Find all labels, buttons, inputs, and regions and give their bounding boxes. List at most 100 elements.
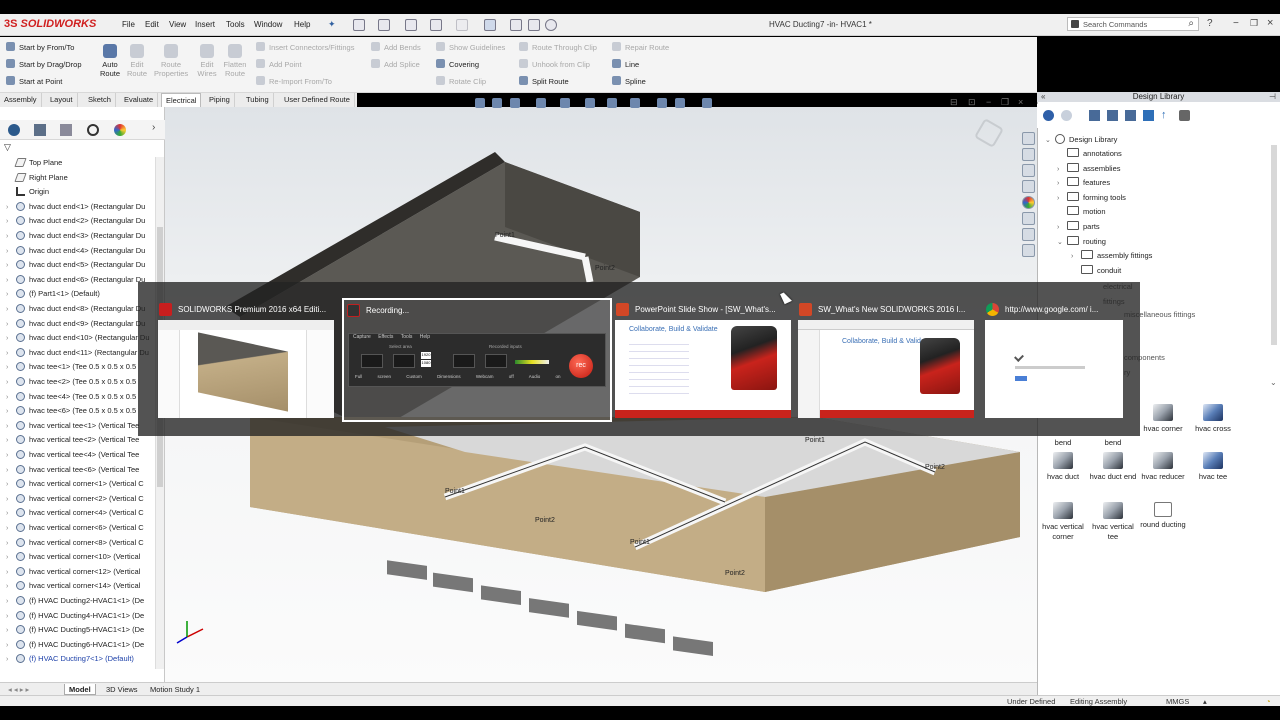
expand-arrow-icon[interactable]: ›: [6, 394, 16, 401]
task-pane-extra-icon[interactable]: [1022, 244, 1035, 257]
view-orientation-icon[interactable]: [585, 98, 595, 108]
appearances-icon[interactable]: [1022, 196, 1035, 209]
display-style-icon[interactable]: [607, 98, 617, 108]
menu-view[interactable]: View: [169, 20, 186, 29]
add-to-library-icon[interactable]: [1089, 110, 1100, 121]
feature-tree-item[interactable]: › hvac vertical corner<10> (Vertical: [6, 552, 156, 562]
expand-arrow-icon[interactable]: ›: [6, 452, 16, 459]
library-folder-conduit[interactable]: conduit: [1071, 264, 1121, 275]
route-through-clip-button[interactable]: Route Through Clip: [519, 42, 597, 52]
help-icon[interactable]: ?: [1207, 18, 1213, 29]
custom-properties-icon[interactable]: [1022, 212, 1035, 225]
feature-tree-item[interactable]: › hvac duct end<6> (Rectangular Du: [6, 274, 156, 284]
expand-arrow-icon[interactable]: ›: [6, 583, 16, 590]
previous-view-icon[interactable]: [510, 98, 520, 108]
tab-user-defined-route[interactable]: User Defined Route: [280, 93, 355, 107]
undo-icon[interactable]: [456, 19, 468, 31]
feature-tree-item[interactable]: › hvac duct end<4> (Rectangular Du: [6, 245, 156, 255]
feature-tree-item[interactable]: Right Plane: [6, 172, 156, 182]
dynamic-annotation-icon[interactable]: [560, 98, 570, 108]
feature-tree-item[interactable]: › (f) HVAC Ducting5-HVAC1<1> (De: [6, 625, 156, 635]
expand-arrow-icon[interactable]: ›: [6, 510, 16, 517]
edit-wires-button[interactable]: Edit Wires: [193, 44, 221, 78]
feature-tree-item[interactable]: › hvac duct end<5> (Rectangular Du: [6, 260, 156, 270]
open-icon[interactable]: [378, 19, 390, 31]
feature-tree-item[interactable]: › (f) HVAC Ducting7<1> (Default): [6, 654, 156, 664]
expand-arrow-icon[interactable]: ›: [6, 569, 16, 576]
chevron-down-icon[interactable]: ⌄: [1045, 136, 1055, 144]
switcher-window-powerpoint-show[interactable]: PowerPoint Slide Show - [SW_What's... Co…: [613, 299, 793, 420]
add-file-location-icon[interactable]: [1107, 110, 1118, 121]
expand-arrow-icon[interactable]: ›: [6, 467, 16, 474]
feature-tree-item[interactable]: › hvac vertical tee<6> (Vertical Tee: [6, 464, 156, 474]
library-tile-hvac-duct[interactable]: hvac duct: [1038, 452, 1088, 482]
collapse-left-icon[interactable]: «: [1041, 92, 1045, 102]
menu-file[interactable]: File: [122, 20, 135, 29]
expand-arrow-icon[interactable]: ›: [6, 423, 16, 430]
switcher-window-recording[interactable]: Recording... Capture Effects Tools Help …: [342, 298, 612, 422]
tab-piping[interactable]: Piping: [205, 93, 235, 107]
refresh-icon[interactable]: [1143, 110, 1154, 121]
tab-assembly[interactable]: Assembly: [0, 93, 42, 107]
chevron-down-icon[interactable]: ⌄: [1057, 238, 1067, 246]
switcher-window-powerpoint-edit[interactable]: SW_What's New SOLIDWORKS 2016 I... Colla…: [796, 299, 976, 420]
viewport-close-icon[interactable]: ×: [1018, 97, 1023, 107]
view-settings-icon[interactable]: [702, 98, 712, 108]
feature-tree-item[interactable]: › hvac vertical corner<4> (Vertical C: [6, 508, 156, 518]
feature-tree-item[interactable]: › hvac duct end<11> (Rectangular Du: [6, 347, 156, 357]
library-folder-motion[interactable]: motion: [1057, 206, 1106, 216]
create-new-folder-icon[interactable]: [1125, 110, 1136, 121]
viewport-restore-icon[interactable]: ❐: [1001, 97, 1009, 108]
line-button[interactable]: Line: [612, 59, 639, 69]
expand-arrow-icon[interactable]: ›: [6, 277, 16, 284]
feature-tree-item[interactable]: › (f) HVAC Ducting4-HVAC1<1> (De: [6, 610, 156, 620]
chevron-right-icon[interactable]: ›: [1057, 224, 1067, 231]
chevron-right-icon[interactable]: ›: [1071, 253, 1081, 260]
edit-appearance-icon[interactable]: [657, 98, 667, 108]
feature-tree-item[interactable]: › hvac duct end<9> (Rectangular Du: [6, 318, 156, 328]
chevron-right-icon[interactable]: ›: [1057, 166, 1067, 173]
view-palette-icon[interactable]: [1022, 180, 1035, 193]
expand-arrow-icon[interactable]: ›: [6, 540, 16, 547]
add-bends-button[interactable]: Add Bends: [371, 42, 421, 52]
library-tile-bend-label[interactable]: bend: [1038, 438, 1088, 448]
file-properties-icon[interactable]: [528, 19, 540, 31]
edit-route-button[interactable]: Edit Route: [123, 44, 151, 78]
section-view-icon[interactable]: [536, 98, 546, 108]
hide-show-items-icon[interactable]: [630, 98, 640, 108]
tab-evaluate[interactable]: Evaluate: [120, 93, 159, 107]
back-icon[interactable]: [1043, 110, 1054, 121]
restore-icon[interactable]: ❐: [1250, 18, 1258, 29]
feature-tree-item[interactable]: › hvac vertical corner<6> (Vertical C: [6, 523, 156, 532]
tab-model[interactable]: Model: [64, 684, 96, 695]
feature-tree-item[interactable]: › hvac vertical tee<1> (Vertical Tee: [6, 420, 156, 430]
feature-tree-item[interactable]: › hvac vertical corner<14> (Vertical: [6, 581, 156, 591]
configuration-manager-icon[interactable]: [60, 124, 72, 136]
expand-arrow-icon[interactable]: ›: [6, 218, 16, 225]
expand-arrow-icon[interactable]: ›: [6, 335, 16, 342]
switcher-window-chrome[interactable]: http://www.google.com/ i...: [983, 299, 1125, 420]
library-folder-parts[interactable]: › parts: [1057, 221, 1100, 231]
menu-help[interactable]: Help: [294, 20, 310, 29]
tab-scroll-arrows[interactable]: ◂ ◂ ▸ ▸: [4, 684, 33, 695]
zoom-to-fit-icon[interactable]: [475, 98, 485, 108]
library-folder-assemblies[interactable]: › assemblies: [1057, 162, 1121, 173]
insert-connectors-fittings-button[interactable]: Insert Connectors/Fittings: [256, 42, 354, 52]
solidworks-logo[interactable]: 3S SOLIDWORKS: [4, 18, 96, 30]
library-tile-hvac-vertical-corner[interactable]: hvac vertical corner: [1038, 502, 1088, 541]
chevron-right-icon[interactable]: ›: [1057, 195, 1067, 202]
add-splice-button[interactable]: Add Splice: [371, 59, 420, 69]
expand-arrow-icon[interactable]: ›: [6, 408, 16, 415]
library-folder-forming-tools[interactable]: › forming tools: [1057, 191, 1126, 202]
tab-sketch[interactable]: Sketch: [84, 93, 116, 107]
expand-arrow-icon[interactable]: ›: [6, 627, 16, 634]
menu-edit[interactable]: Edit: [145, 20, 159, 29]
expand-arrow-icon[interactable]: ›: [6, 437, 16, 444]
library-folder-assembly-fittings[interactable]: › assembly fittings: [1071, 250, 1152, 260]
solidworks-resources-icon[interactable]: [1022, 132, 1035, 145]
expand-arrow-icon[interactable]: ›: [6, 321, 16, 328]
add-point-button[interactable]: Add Point: [256, 59, 302, 69]
up-one-level-icon[interactable]: ↑: [1161, 109, 1167, 121]
file-explorer-icon[interactable]: [1022, 164, 1035, 177]
feature-tree-item[interactable]: › (f) HVAC Ducting6-HVAC1<1> (De: [6, 639, 156, 649]
